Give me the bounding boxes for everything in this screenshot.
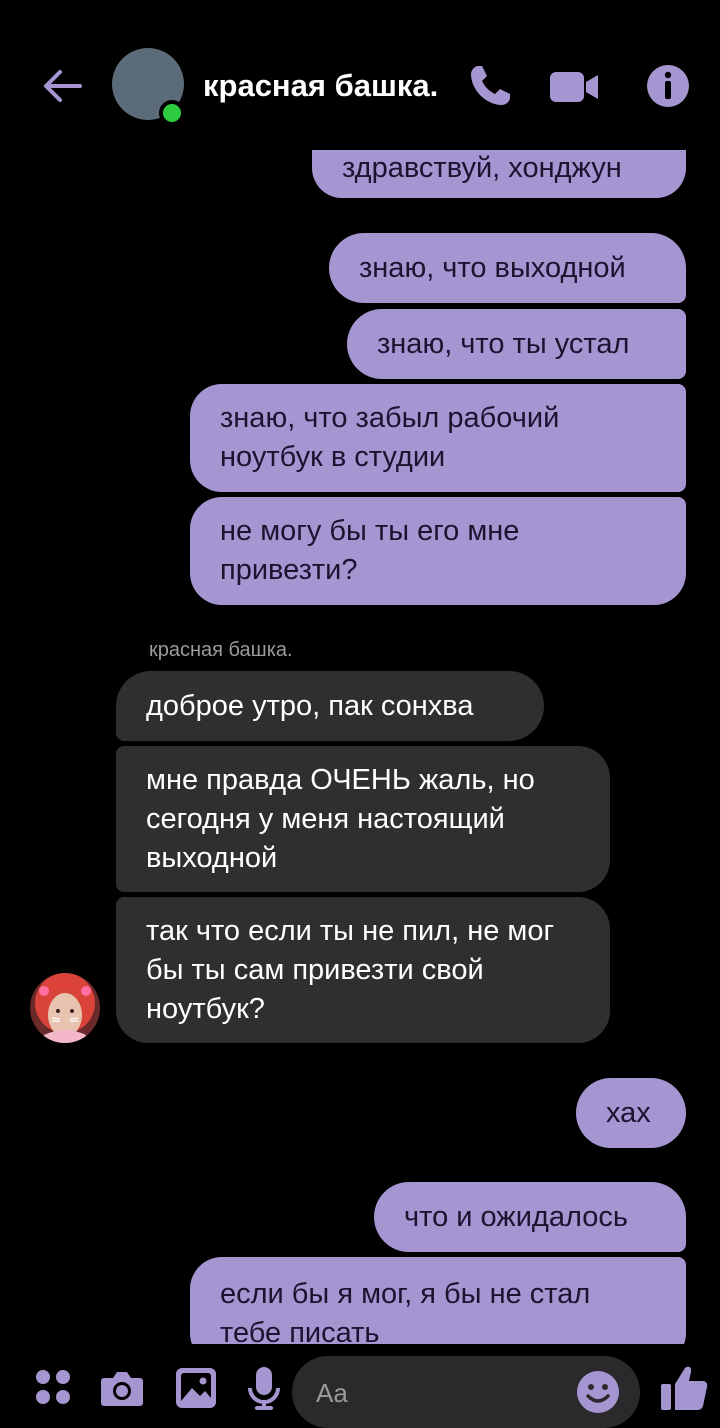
info-button[interactable]	[644, 62, 692, 110]
message-outgoing[interactable]: знаю, что ты устал	[347, 309, 686, 379]
message-outgoing[interactable]: знаю, что выходной	[329, 233, 686, 303]
video-camera-icon	[550, 72, 598, 102]
message-text: не могу бы ты его мне привезти?	[220, 515, 520, 586]
gallery-button[interactable]	[172, 1364, 220, 1412]
microphone-icon	[248, 1367, 280, 1410]
message-input-box[interactable]	[292, 1356, 640, 1428]
camera-icon	[101, 1372, 143, 1406]
info-icon	[647, 65, 689, 107]
message-text: мне правда ОЧЕНЬ жаль, но сегодня у меня…	[146, 763, 535, 874]
message-text: так что если ты не пил, не мог бы ты сам…	[146, 914, 555, 1025]
message-text: что и ожидалось	[404, 1200, 628, 1233]
emoji-icon	[577, 1371, 619, 1413]
message-input[interactable]	[314, 1370, 568, 1416]
video-call-button[interactable]	[548, 62, 598, 110]
message-outgoing[interactable]: не могу бы ты его мне привезти?	[190, 497, 686, 605]
message-incoming[interactable]: так что если ты не пил, не мог бы ты сам…	[116, 897, 610, 1043]
camera-button[interactable]	[98, 1364, 146, 1412]
emoji-button[interactable]	[574, 1368, 622, 1416]
avatar-photo	[30, 973, 100, 1043]
contact-name[interactable]: красная башка.	[203, 66, 438, 106]
like-button[interactable]	[658, 1362, 708, 1410]
apps-button[interactable]	[30, 1364, 78, 1412]
message-text: знаю, что ты устал	[377, 327, 630, 360]
contact-avatar[interactable]	[30, 973, 100, 1043]
message-text: хах	[606, 1096, 651, 1129]
message-incoming[interactable]: мне правда ОЧЕНЬ жаль, но сегодня у меня…	[116, 746, 610, 892]
message-thread[interactable]: здравствуй, хонджун знаю, что выходной з…	[0, 0, 720, 1344]
arrow-left-icon	[44, 70, 82, 102]
back-button[interactable]	[38, 62, 86, 110]
phone-icon	[471, 66, 510, 105]
apps-icon	[36, 1370, 70, 1404]
message-outgoing[interactable]: если бы я мог, я бы не стал тебе писать	[190, 1257, 686, 1344]
message-outgoing[interactable]: знаю, что забыл рабочий ноутбук в студии	[190, 384, 686, 492]
online-status-dot	[159, 100, 185, 126]
chat-header: красная башка.	[0, 0, 720, 150]
message-text: доброе утро, пак сонхва	[146, 689, 474, 722]
message-outgoing[interactable]: хах	[576, 1078, 686, 1148]
voice-button[interactable]	[240, 1364, 288, 1412]
message-text: если бы я мог, я бы не стал тебе писать	[220, 1278, 591, 1344]
sender-name: красная башка.	[149, 639, 293, 661]
message-text: знаю, что выходной	[359, 251, 626, 284]
message-text: знаю, что забыл рабочий ноутбук в студии	[220, 402, 560, 473]
gallery-icon	[176, 1368, 216, 1408]
message-incoming[interactable]: доброе утро, пак сонхва	[116, 671, 544, 741]
message-text: здравствуй, хонджун	[342, 151, 622, 184]
message-outgoing[interactable]: что и ожидалось	[374, 1182, 686, 1252]
message-composer	[0, 1344, 720, 1428]
thumbs-up-icon	[661, 1366, 708, 1410]
call-button[interactable]	[466, 62, 514, 110]
